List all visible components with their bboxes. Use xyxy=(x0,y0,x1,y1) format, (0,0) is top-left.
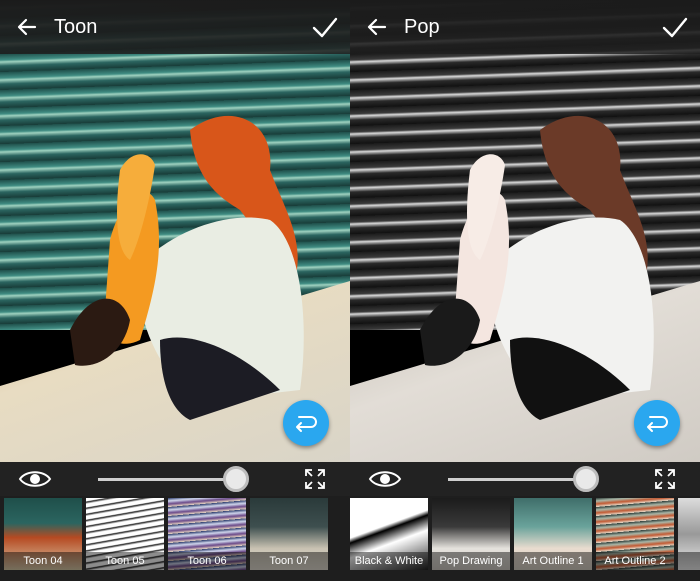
confirm-button[interactable] xyxy=(650,0,700,54)
undo-icon xyxy=(296,416,317,432)
filter-label: Art Outline 1 xyxy=(514,552,592,570)
expand-icon[interactable] xyxy=(304,468,326,490)
slider-handle[interactable] xyxy=(573,466,599,492)
girl-sitting-illustration xyxy=(420,115,654,420)
filter-label: Toon 05 xyxy=(86,552,164,570)
undo-button[interactable] xyxy=(634,400,680,446)
filter-label: Black & White xyxy=(350,552,428,570)
filter-thumb-pop-drawing[interactable]: Pop Drawing xyxy=(432,498,510,570)
filter-label: Toon 04 xyxy=(4,552,82,570)
filter-thumb-art-outline-2[interactable]: Art Outline 2 xyxy=(596,498,674,570)
screen-title: Toon xyxy=(54,15,98,38)
adjust-controls xyxy=(0,462,350,496)
pop-editor-screen: Pop Black & White Pop Drawing Art Outlin… xyxy=(350,0,700,581)
photo-preview xyxy=(350,0,700,462)
arrow-left-icon xyxy=(17,18,37,36)
slider-handle[interactable] xyxy=(223,466,249,492)
check-icon xyxy=(662,17,688,38)
filter-thumb-black-white[interactable]: Black & White xyxy=(350,498,428,570)
filter-strip: Toon 04 Toon 05 Toon 06 Toon 07 xyxy=(0,496,350,581)
arrow-left-icon xyxy=(367,18,387,36)
filter-label: Pop Drawing xyxy=(432,552,510,570)
back-button[interactable] xyxy=(0,0,54,54)
check-icon xyxy=(312,17,338,38)
photo-preview xyxy=(0,0,350,462)
slider-fill xyxy=(98,478,236,481)
filter-thumb-toon-07[interactable]: Toon 07 xyxy=(250,498,328,570)
filter-label: Toon 06 xyxy=(168,552,246,570)
filter-label: Art Outline 2 xyxy=(596,552,674,570)
undo-icon xyxy=(647,416,668,432)
eye-icon[interactable] xyxy=(368,467,402,491)
filter-thumb-toon-06[interactable]: Toon 06 xyxy=(168,498,246,570)
slider-fill xyxy=(448,478,586,481)
screen-title: Pop xyxy=(404,15,440,38)
filter-label xyxy=(678,552,700,570)
confirm-button[interactable] xyxy=(300,0,350,54)
back-button[interactable] xyxy=(350,0,404,54)
filter-label: Toon 07 xyxy=(250,552,328,570)
top-bar: Toon xyxy=(0,0,350,54)
filter-thumb-toon-04[interactable]: Toon 04 xyxy=(4,498,82,570)
eye-icon[interactable] xyxy=(18,467,52,491)
filter-thumb-art-outline-1[interactable]: Art Outline 1 xyxy=(514,498,592,570)
filter-strip: Black & White Pop Drawing Art Outline 1 … xyxy=(350,496,700,581)
adjust-controls xyxy=(350,462,700,496)
girl-sitting-illustration xyxy=(70,115,304,420)
toon-editor-screen: Toon Toon 04 Toon 05 Toon 06 Toon 07 xyxy=(0,0,350,581)
top-bar: Pop xyxy=(350,0,700,54)
filter-thumb-toon-05[interactable]: Toon 05 xyxy=(86,498,164,570)
undo-button[interactable] xyxy=(283,400,329,446)
filter-thumb-partial[interactable] xyxy=(678,498,700,570)
expand-icon[interactable] xyxy=(654,468,676,490)
